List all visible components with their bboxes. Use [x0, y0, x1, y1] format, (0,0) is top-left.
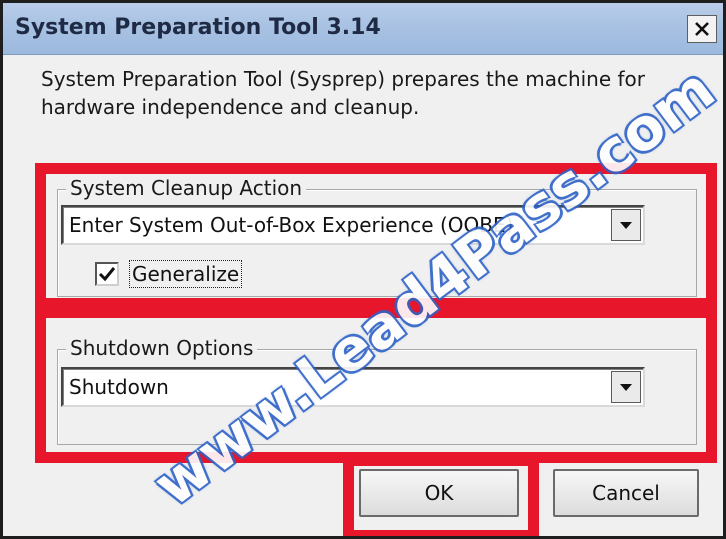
- dropdown-arrow-button[interactable]: [611, 209, 641, 241]
- generalize-label: Generalize: [129, 260, 243, 288]
- cancel-button[interactable]: Cancel: [553, 469, 699, 517]
- generalize-checkbox[interactable]: Generalize: [95, 257, 243, 291]
- cleanup-action-label: System Cleanup Action: [66, 176, 307, 200]
- close-button[interactable]: [687, 15, 717, 43]
- chevron-down-icon: [620, 222, 632, 229]
- shutdown-options-label: Shutdown Options: [66, 336, 258, 360]
- dropdown-arrow-button[interactable]: [611, 371, 641, 403]
- checkmark-icon: [98, 267, 116, 282]
- shutdown-options-select[interactable]: Shutdown: [61, 367, 645, 407]
- description-text: System Preparation Tool (Sysprep) prepar…: [41, 67, 646, 119]
- cleanup-action-select[interactable]: Enter System Out-of-Box Experience (OOBE…: [61, 205, 645, 245]
- window-title: System Preparation Tool 3.14: [15, 15, 381, 40]
- ok-button[interactable]: OK: [359, 469, 519, 517]
- shutdown-option-value: Shutdown: [69, 375, 169, 399]
- title-bar[interactable]: System Preparation Tool 3.14: [3, 3, 723, 55]
- chevron-down-icon: [620, 384, 632, 391]
- generalize-checkbox-box[interactable]: [95, 262, 119, 286]
- cleanup-action-value: Enter System Out-of-Box Experience (OOBE…: [69, 213, 514, 237]
- sysprep-dialog: System Preparation Tool 3.14 System Prep…: [0, 0, 726, 539]
- close-icon: [695, 22, 709, 36]
